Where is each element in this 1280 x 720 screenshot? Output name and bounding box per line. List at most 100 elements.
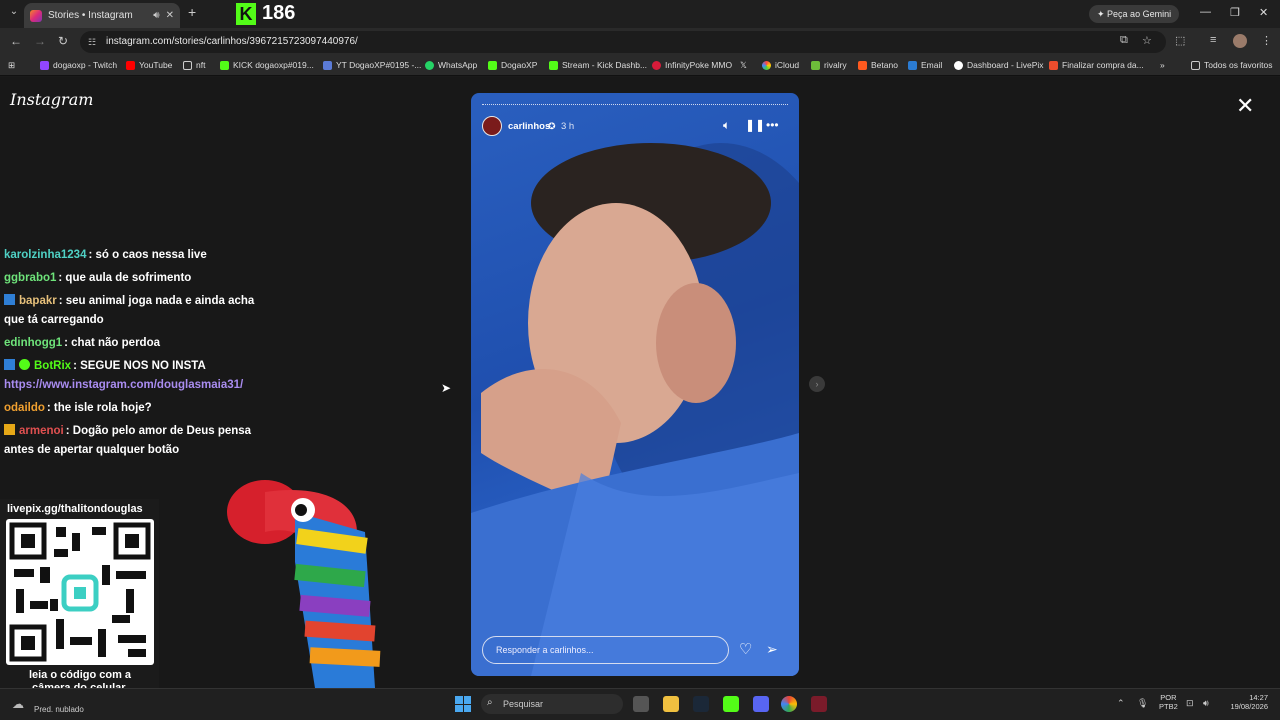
bookmark-item[interactable]: KICK dogaoxp#019...: [220, 60, 314, 70]
story-timestamp: 3 h: [561, 121, 575, 132]
chat-text: : que aula de sofrimento: [58, 272, 192, 284]
chat-link[interactable]: https://www.instagram.com/douglasmaia31/: [4, 379, 243, 391]
bookmark-star-icon[interactable]: ☆: [1142, 34, 1152, 47]
bookmark-item[interactable]: InfinityPoke MMO: [652, 60, 732, 70]
all-bookmarks-folder[interactable]: Todos os favoritos: [1191, 60, 1273, 70]
kick-viewer-count: 186: [262, 2, 296, 24]
steam-icon[interactable]: [693, 696, 709, 712]
moderator-badge-icon: [4, 359, 15, 370]
reading-list-icon[interactable]: ≡: [1210, 34, 1216, 46]
chat-message: armenoi: Dogão pelo amor de Deus pensa a…: [4, 422, 251, 460]
language-indicator[interactable]: POR PTB2: [1159, 693, 1178, 711]
bookmark-item[interactable]: Dashboard - LivePix: [954, 60, 1044, 70]
bookmark-item[interactable]: Betano: [858, 60, 898, 70]
shopee-icon: [1049, 60, 1058, 70]
betano-icon: [858, 60, 867, 70]
site-info-icon[interactable]: ☷: [88, 37, 96, 48]
chat-username: odaildo: [4, 402, 45, 414]
chat-text: : SEGUE NOS NO INSTA: [73, 360, 206, 372]
kick-logo-icon: K: [236, 3, 256, 25]
story-media[interactable]: [471, 93, 799, 676]
bookmark-item[interactable]: Stream - Kick Dashb...: [549, 60, 647, 70]
bookmark-item[interactable]: Email: [908, 60, 942, 70]
audio-icon[interactable]: 🔊︎: [153, 10, 159, 21]
weather-label[interactable]: Pred. nublado: [34, 705, 84, 714]
bookmark-item[interactable]: rivalry: [811, 60, 847, 70]
chat-message: edinhogg1: chat não perdoa: [4, 334, 160, 353]
maximize-icon[interactable]: ❐: [1230, 6, 1240, 19]
bookmark-item[interactable]: Finalizar compra da...: [1049, 60, 1144, 70]
kick-app-icon[interactable]: [723, 696, 739, 712]
app-icon[interactable]: [811, 696, 827, 712]
address-bar[interactable]: instagram.com/stories/carlinhos/39672157…: [80, 31, 1166, 53]
kick-icon: [488, 60, 497, 70]
back-icon[interactable]: ←: [10, 34, 22, 48]
story-username[interactable]: carlinhos: [508, 121, 550, 132]
minimize-icon[interactable]: —: [1200, 6, 1211, 18]
chrome-icon[interactable]: [781, 696, 797, 712]
lang-line1: POR: [1160, 693, 1177, 702]
apps-grid-icon[interactable]: ⊞: [8, 60, 15, 71]
chat-username: BotRix: [34, 360, 72, 372]
taskbar-search[interactable]: Pesquisar: [481, 694, 623, 714]
tab-search-chevron-icon[interactable]: ⌄: [6, 6, 22, 22]
mute-icon[interactable]: 🔈︎: [723, 118, 730, 133]
gemini-label: Peça ao Gemini: [1107, 9, 1172, 19]
chat-text: : the isle rola hoje?: [46, 402, 152, 414]
qr-code-pattern: [9, 522, 151, 662]
more-options-icon[interactable]: •••: [766, 118, 779, 132]
story-avatar[interactable]: [482, 116, 502, 136]
reload-icon[interactable]: ↻: [58, 34, 68, 48]
close-window-icon[interactable]: ✕: [1259, 6, 1268, 19]
bookmark-item[interactable]: YT DogaoXP#0195 -...: [323, 60, 421, 70]
verified-badge-icon: ✪: [548, 121, 556, 131]
tray-expand-icon[interactable]: ⌃: [1117, 698, 1125, 709]
instagram-logo[interactable]: Instagram: [10, 90, 93, 109]
cloud-weather-icon[interactable]: ☁: [12, 697, 24, 711]
kick-icon: [549, 60, 558, 70]
bookmark-item[interactable]: WhatsApp: [425, 60, 477, 70]
chat-username: karolzinha1234: [4, 249, 87, 261]
profile-avatar[interactable]: [1233, 34, 1247, 48]
gemini-button[interactable]: ✦ Peça ao Gemini: [1089, 5, 1180, 23]
bookmark-item[interactable]: dogaoxp - Twitch: [40, 60, 117, 70]
livepix-icon: [954, 60, 963, 70]
discord-icon[interactable]: [753, 696, 769, 712]
install-app-icon[interactable]: ⧉: [1120, 34, 1128, 47]
system-clock[interactable]: 14:27 19/08/2026: [1226, 693, 1268, 711]
like-heart-icon[interactable]: ♡: [739, 640, 752, 658]
menu-kebab-icon[interactable]: ⋮: [1261, 34, 1272, 47]
tab-title: Stories • Instagram: [48, 10, 133, 21]
bookmark-folder[interactable]: nft: [183, 60, 205, 70]
chat-username: edinhogg1: [4, 337, 63, 349]
lang-line2: PTB2: [1159, 702, 1178, 711]
network-icon[interactable]: ⊡: [1186, 698, 1194, 709]
send-icon[interactable]: ➢: [766, 641, 778, 658]
tab-close-icon[interactable]: ✕: [166, 10, 174, 21]
chat-username: armenoi: [19, 425, 64, 437]
pause-icon[interactable]: ❚❚: [745, 118, 765, 132]
task-view-icon[interactable]: [633, 696, 649, 712]
chat-text-continued: que tá carregando: [4, 314, 104, 326]
extensions-icon[interactable]: ⬚: [1175, 34, 1185, 47]
bookmark-item[interactable]: DogaoXP: [488, 60, 537, 70]
bookmark-item[interactable]: YouTube: [126, 60, 172, 70]
bookmark-item[interactable]: iCloud: [762, 60, 799, 70]
microphone-icon[interactable]: 🎙︎: [1137, 698, 1148, 709]
windows-start-icon[interactable]: [455, 696, 471, 712]
reply-input[interactable]: Responder a carlinhos...: [482, 636, 729, 664]
next-story-chevron-icon[interactable]: ›: [809, 376, 825, 392]
chat-text: : Dogão pelo amor de Deus pensa: [65, 425, 252, 437]
twitch-icon: [40, 60, 49, 70]
close-story-icon[interactable]: ✕: [1236, 93, 1254, 119]
volume-icon[interactable]: 🔊︎: [1203, 698, 1209, 709]
file-explorer-icon[interactable]: [663, 696, 679, 712]
more-bookmarks-icon[interactable]: »: [1160, 60, 1165, 70]
forward-icon[interactable]: →: [34, 34, 46, 48]
crown-badge-icon: [4, 424, 15, 435]
x-twitter-icon[interactable]: 𝕏: [740, 60, 747, 71]
livepix-url: livepix.gg/thalitondouglas: [7, 503, 143, 515]
new-tab-button[interactable]: +: [188, 4, 196, 20]
clock-time: 14:27: [1249, 693, 1268, 702]
tab-instagram-stories[interactable]: Stories • Instagram 🔊︎ ✕: [24, 3, 180, 28]
